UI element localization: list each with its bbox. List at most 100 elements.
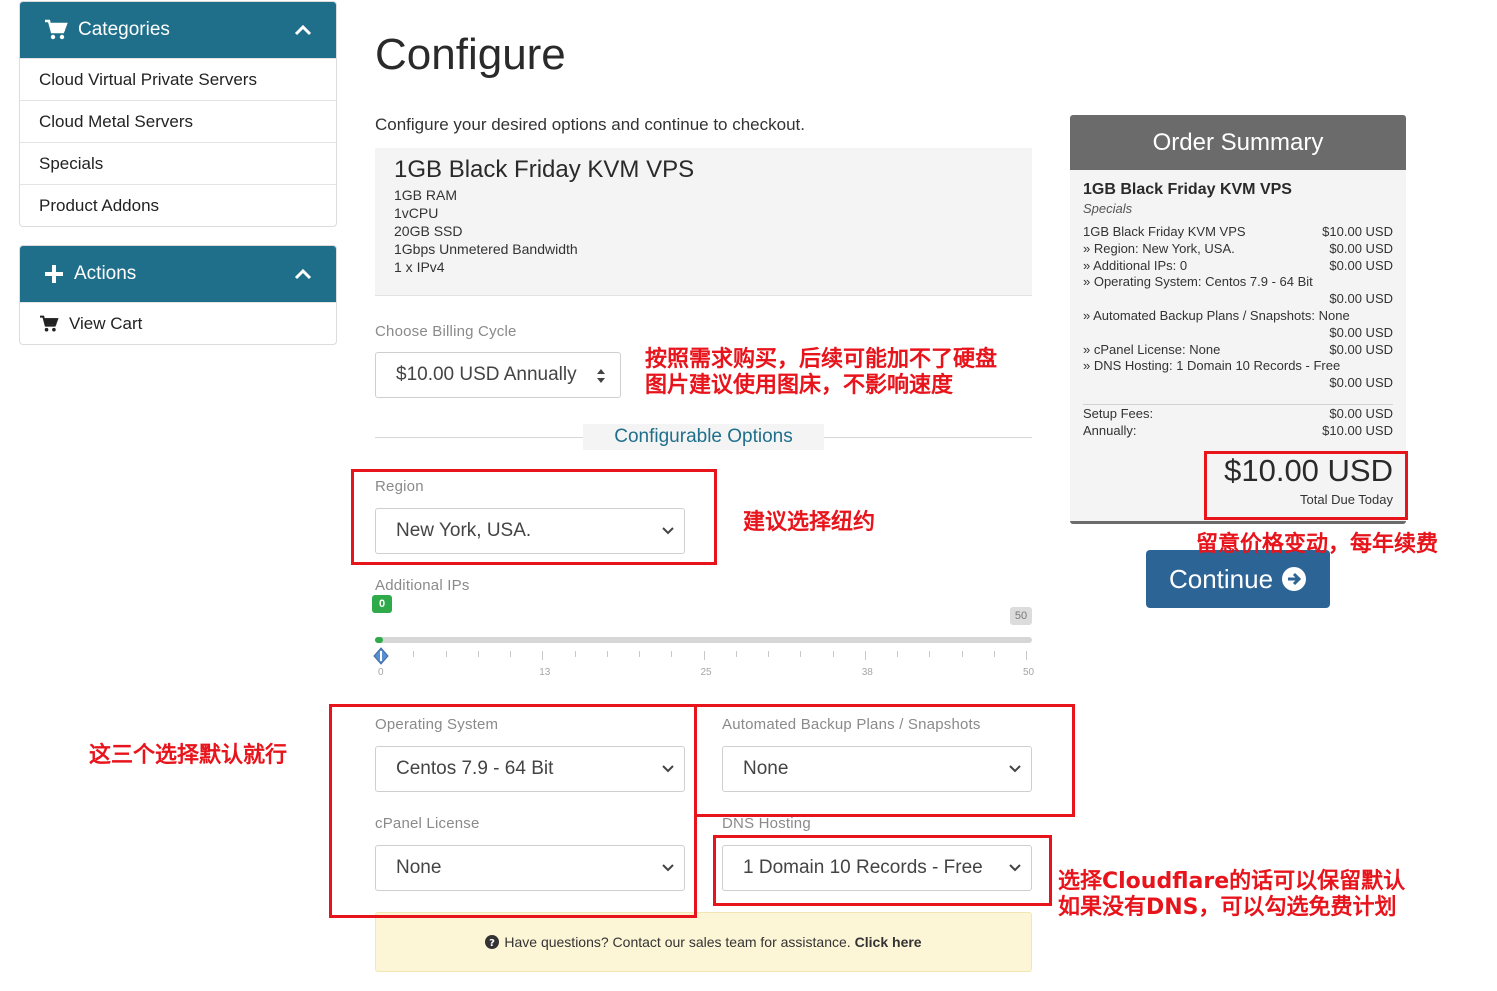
- sidebar-item-specials[interactable]: Specials: [20, 142, 336, 184]
- dns-highlight-box: [713, 835, 1052, 906]
- page-title: Configure: [375, 30, 566, 79]
- continue-button[interactable]: Continue: [1146, 550, 1330, 608]
- defaults-annotation: 这三个选择默认就行: [89, 743, 288, 768]
- summary-line: » Automated Backup Plans / Snapshots: No…: [1083, 308, 1393, 325]
- slider-tick: [477, 651, 479, 657]
- summary-line-price: $0.00 USD: [1329, 291, 1393, 307]
- slider-handle-icon[interactable]: [373, 647, 389, 665]
- help-notice: ? Have questions? Contact our sales team…: [375, 912, 1032, 972]
- summary-line: $0.00 USD: [1083, 291, 1393, 308]
- slider-tick: [735, 651, 737, 657]
- summary-line-label: » Region: New York, USA.: [1083, 240, 1235, 256]
- order-summary-title: Order Summary: [1070, 115, 1406, 170]
- additional-ips-slider[interactable]: 0 50 0 13 25 38 50: [372, 595, 1035, 685]
- dns-annotation-line: 如果没有DNS，可以勾选免费计划: [1058, 895, 1397, 920]
- summary-line-price: $10.00 USD: [1322, 224, 1393, 239]
- summary-line: » cPanel License: None $0.00 USD: [1083, 342, 1393, 359]
- recurring-label: Annually:: [1083, 423, 1137, 438]
- defaults-highlight-box-left: [329, 704, 697, 918]
- billing-cycle-select[interactable]: $10.00 USD Annually: [375, 352, 621, 398]
- summary-divider: [1083, 404, 1393, 405]
- actions-title: Actions: [74, 263, 137, 284]
- summary-product-category: Specials: [1083, 201, 1133, 216]
- sidebar-item-label: Cloud Metal Servers: [39, 111, 194, 131]
- cart-icon: [40, 315, 59, 332]
- additional-ips-label: Additional IPs: [375, 577, 470, 594]
- slider-tick-label: 50: [1023, 667, 1035, 678]
- slider-tick: [768, 651, 769, 657]
- slider-tick: [800, 651, 802, 657]
- sidebar-item-label: Specials: [39, 153, 104, 173]
- dns-annotation: 选择Cloudflare的话可以保留默认 如果没有DNS，可以勾选免费计划: [1058, 869, 1405, 921]
- sidebar-item-product-addons[interactable]: Product Addons: [20, 184, 336, 226]
- summary-line-label: » Operating System: Centos 7.9 - 64 Bit: [1083, 274, 1313, 290]
- slider-tick-label: 38: [861, 667, 873, 678]
- summary-line-price: $0.00 USD: [1329, 324, 1393, 340]
- slider-tick: [864, 651, 866, 660]
- summary-line: » Region: New York, USA. $0.00 USD: [1083, 241, 1393, 258]
- summary-line-label: 1GB Black Friday KVM VPS: [1083, 224, 1246, 239]
- sidebar-item-label: Cloud Virtual Private Servers: [39, 69, 257, 89]
- summary-line-price: $0.00 USD: [1329, 240, 1393, 256]
- slider-tick: [897, 651, 898, 657]
- recurring-value: $10.00 USD: [1322, 423, 1393, 438]
- slider-tick: [961, 651, 963, 657]
- product-name: 1GB Black Friday KVM VPS: [394, 156, 695, 183]
- actions-header[interactable]: Actions: [20, 246, 336, 302]
- summary-line: 1GB Black Friday KVM VPS $10.00 USD: [1083, 224, 1393, 241]
- notice-link[interactable]: Click here: [855, 934, 922, 950]
- product-spec: 1GB RAM: [394, 187, 458, 203]
- dns-label: DNS Hosting: [722, 815, 811, 832]
- summary-line-label: » cPanel License: None: [1083, 341, 1221, 357]
- cart-icon: [45, 19, 68, 40]
- product-spec: 1vCPU: [394, 205, 439, 221]
- slider-tick: [671, 651, 673, 657]
- configurable-options-title: Configurable Options: [583, 424, 824, 450]
- categories-panel: Categories Cloud Virtual Private Servers…: [19, 1, 337, 227]
- page-subtitle: Configure your desired options and conti…: [375, 115, 805, 134]
- price-annotation: 留意价格变动，每年续费: [1196, 532, 1439, 557]
- summary-line-label: » DNS Hosting: 1 Domain 10 Records - Fre…: [1083, 358, 1341, 374]
- sidebar-item-view-cart[interactable]: View Cart: [20, 302, 336, 344]
- slider-tick: [639, 651, 640, 657]
- slider-min-bubble: 0: [372, 595, 392, 613]
- defaults-highlight-box-right: [694, 704, 1075, 817]
- chevron-up-icon[interactable]: [294, 268, 312, 280]
- slider-tick: [1026, 651, 1027, 660]
- summary-setup-row: Setup Fees: $0.00 USD: [1083, 406, 1393, 423]
- product-info-box: 1GB Black Friday KVM VPS 1GB RAM 1vCPU 2…: [375, 148, 1032, 296]
- summary-line-label: » Additional IPs: 0: [1083, 257, 1188, 273]
- region-annotation: 建议选择纽约: [743, 510, 876, 535]
- slider-tick: [574, 651, 576, 657]
- billing-cycle-value: $10.00 USD Annually: [396, 364, 577, 385]
- summary-line-price: $0.00 USD: [1329, 257, 1393, 273]
- plus-icon: [45, 265, 63, 283]
- summary-line-price: $0.00 USD: [1329, 341, 1393, 357]
- setup-value: $0.00 USD: [1329, 406, 1393, 421]
- chevron-up-icon[interactable]: [294, 24, 312, 36]
- slider-tick: [510, 651, 511, 657]
- product-spec: 20GB SSD: [394, 223, 463, 239]
- summary-line-label: » Automated Backup Plans / Snapshots: No…: [1083, 308, 1350, 323]
- summary-product-name: 1GB Black Friday KVM VPS: [1083, 181, 1292, 198]
- slider-track[interactable]: [375, 637, 1032, 643]
- categories-title: Categories: [78, 19, 170, 40]
- billing-annotation-line: 按照需求购买，后续可能加不了硬盘: [645, 347, 998, 372]
- sidebar-item-cloud-vps[interactable]: Cloud Virtual Private Servers: [20, 58, 336, 100]
- summary-line: » Additional IPs: 0 $0.00 USD: [1083, 258, 1393, 275]
- summary-line: $0.00 USD: [1083, 375, 1393, 392]
- question-circle-icon: ?: [485, 935, 500, 949]
- sort-arrows-icon: [597, 369, 605, 383]
- total-highlight-box: [1204, 451, 1408, 520]
- region-highlight-box: [351, 469, 717, 565]
- slider-tick-label: 25: [700, 667, 712, 678]
- slider-tick: [413, 651, 415, 657]
- slider-tick: [832, 651, 834, 657]
- billing-cycle-label: Choose Billing Cycle: [375, 323, 517, 340]
- summary-line: $0.00 USD: [1083, 325, 1393, 342]
- categories-header[interactable]: Categories: [20, 2, 336, 58]
- slider-tick: [606, 651, 608, 657]
- summary-line-price: $0.00 USD: [1329, 375, 1393, 391]
- sidebar-item-cloud-metal[interactable]: Cloud Metal Servers: [20, 100, 336, 142]
- slider-tick: [703, 651, 705, 660]
